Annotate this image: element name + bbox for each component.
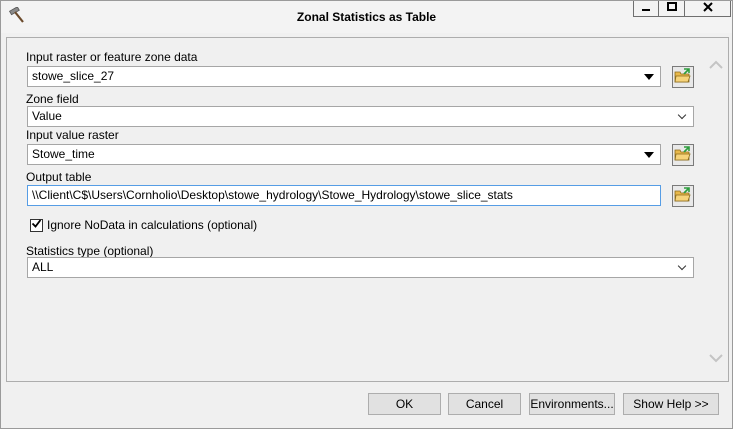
ignore-nodata-checkbox[interactable] xyxy=(30,218,43,232)
open-folder-icon xyxy=(674,186,692,206)
close-icon xyxy=(702,2,713,15)
output-table-label: Output table xyxy=(26,170,92,184)
chevron-down-icon[interactable] xyxy=(675,258,689,277)
scroll-up-icon[interactable] xyxy=(709,58,723,69)
dialog-window: Zonal Statistics as Table Input raster o… xyxy=(0,0,733,429)
zone-data-combobox[interactable]: stowe_slice_27 xyxy=(27,66,661,87)
zone-data-value: stowe_slice_27 xyxy=(32,69,115,83)
statistics-type-select[interactable]: ALL xyxy=(27,257,694,278)
dropdown-arrow-icon[interactable] xyxy=(642,67,656,86)
panel-scrollbar[interactable] xyxy=(707,46,724,376)
open-folder-icon xyxy=(674,67,692,87)
zone-field-value: Value xyxy=(32,109,62,123)
statistics-type-value: ALL xyxy=(32,260,54,274)
value-raster-browse-button[interactable] xyxy=(672,144,694,166)
cancel-button[interactable]: Cancel xyxy=(448,393,521,415)
show-help-button[interactable]: Show Help >> xyxy=(623,393,719,415)
checkmark-icon xyxy=(31,218,42,232)
value-raster-label: Input value raster xyxy=(26,128,119,142)
value-raster-value: Stowe_time xyxy=(32,147,95,161)
open-folder-icon xyxy=(674,145,692,165)
zone-data-browse-button[interactable] xyxy=(672,66,694,88)
ignore-nodata-label: Ignore NoData in calculations (optional) xyxy=(47,218,258,232)
scroll-down-icon[interactable] xyxy=(709,352,723,363)
maximize-icon xyxy=(666,2,677,15)
ok-button[interactable]: OK xyxy=(368,393,441,415)
zone-field-label: Zone field xyxy=(26,92,79,106)
zone-data-label: Input raster or feature zone data xyxy=(26,50,198,64)
maximize-button[interactable] xyxy=(659,1,685,17)
chevron-down-icon[interactable] xyxy=(675,107,689,126)
title-bar[interactable]: Zonal Statistics as Table xyxy=(1,1,732,33)
close-button[interactable] xyxy=(685,1,731,17)
environments-button[interactable]: Environments... xyxy=(529,393,615,415)
window-controls xyxy=(633,1,731,17)
minimize-icon xyxy=(641,2,651,15)
dropdown-arrow-icon[interactable] xyxy=(642,145,656,164)
output-table-browse-button[interactable] xyxy=(672,185,694,207)
statistics-type-label: Statistics type (optional) xyxy=(26,244,154,258)
ignore-nodata-option[interactable]: Ignore NoData in calculations (optional) xyxy=(30,217,257,233)
window-title: Zonal Statistics as Table xyxy=(296,10,437,24)
output-table-input[interactable]: \\Client\C$\Users\Cornholio\Desktop\stow… xyxy=(27,185,661,206)
value-raster-combobox[interactable]: Stowe_time xyxy=(27,144,661,165)
minimize-button[interactable] xyxy=(633,1,659,17)
output-table-value: \\Client\C$\Users\Cornholio\Desktop\stow… xyxy=(32,188,513,202)
zone-field-select[interactable]: Value xyxy=(27,106,694,127)
parameters-panel: Input raster or feature zone data stowe_… xyxy=(6,37,729,382)
